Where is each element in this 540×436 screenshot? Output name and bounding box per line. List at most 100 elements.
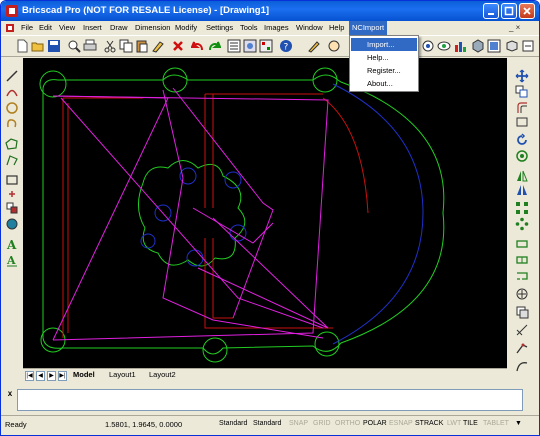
close-button[interactable] <box>519 3 535 19</box>
print-preview-icon[interactable] <box>67 39 81 53</box>
menu-window[interactable]: Window <box>296 23 323 32</box>
fillet-icon[interactable] <box>515 305 529 319</box>
toolbar-overflow-icon[interactable] <box>521 39 535 53</box>
tool-palette-icon[interactable] <box>259 39 273 53</box>
menu-file[interactable]: File <box>21 23 33 32</box>
break-icon[interactable] <box>515 269 529 283</box>
offset-icon[interactable] <box>515 101 529 115</box>
snap-toggle[interactable]: SNAP <box>287 418 310 432</box>
hatch-icon[interactable] <box>5 217 19 231</box>
render-icon[interactable] <box>471 39 485 53</box>
document-icon[interactable] <box>5 23 15 33</box>
menu-draw[interactable]: Draw <box>110 23 128 32</box>
paste-icon[interactable] <box>135 39 149 53</box>
menu-settings[interactable]: Settings <box>206 23 233 32</box>
ortho-toggle[interactable]: ORTHO <box>333 418 362 432</box>
chart-icon[interactable] <box>453 39 467 53</box>
block-icon[interactable] <box>5 201 19 215</box>
menu-item-register[interactable]: Register... <box>351 64 417 77</box>
tile-toggle[interactable]: TILE <box>461 418 480 432</box>
status-menu-arrow-icon[interactable]: ▼ <box>513 418 524 432</box>
menu-item-about[interactable]: About... <box>351 77 417 90</box>
polyline-icon[interactable] <box>5 153 19 167</box>
copy-icon[interactable] <box>119 39 133 53</box>
trim-icon[interactable] <box>515 237 529 251</box>
menu-item-help[interactable]: Help... <box>351 51 417 64</box>
tab-model[interactable]: Model <box>73 370 95 379</box>
prev-layout-button[interactable]: ◀ <box>36 371 45 381</box>
command-close-button[interactable]: x <box>5 389 15 399</box>
polar-array-icon[interactable] <box>515 217 529 231</box>
maximize-button[interactable] <box>501 3 517 19</box>
delete-icon[interactable] <box>171 39 185 53</box>
next-layout-button[interactable]: ▶ <box>47 371 56 381</box>
mirror-icon[interactable] <box>515 169 529 183</box>
text-style-indicator[interactable]: Standard <box>217 418 249 432</box>
rotate-icon[interactable] <box>515 133 529 147</box>
cut-icon[interactable] <box>103 39 117 53</box>
line-icon[interactable] <box>5 69 19 83</box>
menu-view[interactable]: View <box>59 23 75 32</box>
last-layout-button[interactable]: ▶| <box>58 371 67 381</box>
menu-dimension[interactable]: Dimension <box>135 23 170 32</box>
ellipse-icon[interactable] <box>5 117 19 131</box>
open-folder-icon[interactable] <box>31 39 45 53</box>
explode-icon[interactable] <box>515 323 529 337</box>
chamfer-icon[interactable] <box>515 287 529 301</box>
command-line-panel: x <box>3 387 537 415</box>
3d-view-icon[interactable] <box>505 39 519 53</box>
edit-spline-icon[interactable] <box>515 359 529 373</box>
first-layout-button[interactable]: |◀ <box>25 371 34 381</box>
grid-toggle[interactable]: GRID <box>311 418 333 432</box>
menu-edit[interactable]: Edit <box>39 23 52 32</box>
arc-icon[interactable] <box>5 85 19 99</box>
command-input[interactable] <box>17 389 523 411</box>
dim-style-indicator[interactable]: Standard <box>251 418 283 432</box>
tab-layout1[interactable]: Layout1 <box>109 370 136 379</box>
match-properties-icon[interactable] <box>151 39 165 53</box>
viewports-icon[interactable] <box>487 39 501 53</box>
polar-toggle[interactable]: POLAR <box>361 418 389 432</box>
help-icon[interactable]: ? <box>279 39 293 53</box>
point-icon[interactable] <box>5 187 19 201</box>
menu-tools[interactable]: Tools <box>240 23 258 32</box>
rectangle-icon[interactable] <box>5 173 19 187</box>
menu-insert[interactable]: Insert <box>83 23 102 32</box>
text-icon[interactable]: A <box>5 237 19 251</box>
design-center-icon[interactable] <box>243 39 257 53</box>
array-icon[interactable] <box>515 201 529 215</box>
svg-text:A: A <box>6 238 17 251</box>
strack-toggle[interactable]: STRACK <box>413 418 445 432</box>
move-icon[interactable] <box>515 69 529 83</box>
extend-icon[interactable] <box>515 253 529 267</box>
mirror-copy-icon[interactable] <box>515 183 529 197</box>
mdi-window-controls[interactable]: _ × <box>509 23 520 32</box>
save-icon[interactable] <box>47 39 61 53</box>
tablet-toggle[interactable]: TABLET <box>481 418 511 432</box>
pan-icon[interactable] <box>327 39 341 53</box>
layer-icon[interactable] <box>307 39 321 53</box>
menu-ncimport[interactable]: NCImport <box>349 21 388 35</box>
tab-layout2[interactable]: Layout2 <box>149 370 176 379</box>
polygon-icon[interactable] <box>5 137 19 151</box>
redo-icon[interactable] <box>207 39 221 53</box>
menu-modify[interactable]: Modify <box>175 23 197 32</box>
menu-images[interactable]: Images <box>264 23 289 32</box>
undo-icon[interactable] <box>191 39 205 53</box>
menu-help[interactable]: Help <box>329 23 344 32</box>
multiline-text-icon[interactable]: A <box>5 253 19 267</box>
view-eye-icon[interactable] <box>437 39 451 53</box>
stretch-icon[interactable] <box>515 115 529 129</box>
esnap-toggle[interactable]: ESNAP <box>387 418 415 432</box>
zoom-icon[interactable] <box>421 39 435 53</box>
properties-icon[interactable] <box>227 39 241 53</box>
print-icon[interactable] <box>83 39 97 53</box>
menu-item-import[interactable]: Import... <box>351 38 417 51</box>
edit-polyline-icon[interactable] <box>515 341 529 355</box>
circle-icon[interactable] <box>5 101 19 115</box>
drawing-canvas[interactable] <box>23 58 507 368</box>
scale-icon[interactable] <box>515 149 529 163</box>
copy-entities-icon[interactable] <box>515 85 529 99</box>
minimize-button[interactable] <box>483 3 499 19</box>
new-file-icon[interactable] <box>15 39 29 53</box>
